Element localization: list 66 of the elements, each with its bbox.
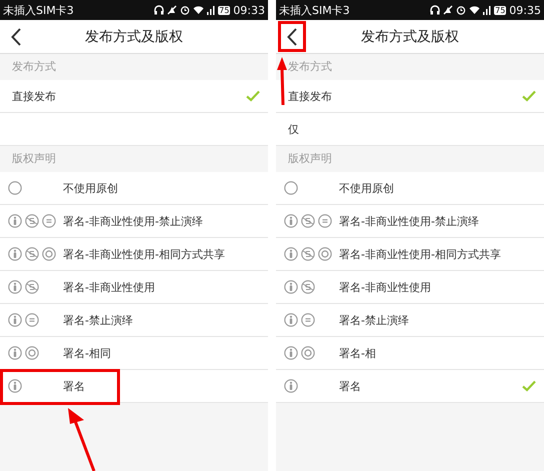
crossed-coin-icon <box>25 280 39 294</box>
page-title: 发布方式及版权 <box>84 28 184 46</box>
license-option[interactable]: 不使用原创 <box>276 172 544 205</box>
license-option[interactable]: 署名-非商业性使用-禁止演绎 <box>0 205 268 238</box>
ring-circle-icon <box>42 247 56 261</box>
license-option[interactable]: 署名-非商业性使用 <box>276 271 544 304</box>
crossed-coin-icon <box>301 214 315 228</box>
person-circle-icon <box>284 214 298 228</box>
checkmark-icon <box>246 90 260 102</box>
person-circle-icon <box>284 379 298 393</box>
signal-icon <box>207 5 216 15</box>
alarm-clock-icon <box>180 5 190 15</box>
crossed-coin-icon <box>25 214 39 228</box>
crossed-coin-icon <box>301 247 315 261</box>
person-circle-icon <box>284 346 298 360</box>
person-circle-icon <box>8 379 22 393</box>
checkmark-icon <box>522 90 536 102</box>
crossed-coin-icon <box>301 280 315 294</box>
crossed-coin-icon <box>25 247 39 261</box>
license-option[interactable]: 署名-禁止演绎 <box>0 304 268 337</box>
person-circle-icon <box>284 280 298 294</box>
equals-circle-icon <box>25 313 39 327</box>
equals-circle-icon <box>42 214 56 228</box>
pointer-arrow <box>277 56 287 106</box>
publish-option[interactable]: 直接发布 <box>0 80 268 113</box>
back-chevron-icon <box>287 28 297 46</box>
page-title: 发布方式及版权 <box>360 28 460 46</box>
license-option[interactable]: 署名-非商业性使用-相同方式共享 <box>0 238 268 271</box>
license-option[interactable]: 署名-非商业性使用 <box>0 271 268 304</box>
ring-circle-icon <box>25 346 39 360</box>
publish-option[interactable]: 直接发布 <box>276 80 544 113</box>
equals-circle-icon <box>318 214 332 228</box>
back-chevron-icon <box>11 28 21 46</box>
license-option[interactable]: 署名-禁止演绎 <box>276 304 544 337</box>
person-circle-icon <box>8 214 22 228</box>
battery-level: 75 <box>218 6 230 14</box>
back-button[interactable] <box>278 21 306 52</box>
person-circle-icon <box>8 280 22 294</box>
headphones-icon <box>430 5 440 15</box>
wifi-icon <box>469 5 480 15</box>
person-circle-icon <box>284 313 298 327</box>
option-text: 仅 <box>288 122 299 136</box>
battery-level: 75 <box>494 6 506 14</box>
person-circle-icon <box>8 313 22 327</box>
license-option[interactable]: 不使用原创 <box>0 172 268 205</box>
clock-time: 09:33 <box>233 4 265 16</box>
person-circle-icon <box>8 247 22 261</box>
license-option[interactable]: 署名-相 <box>276 337 544 370</box>
equals-circle-icon <box>301 313 315 327</box>
ring-circle-icon <box>301 346 315 360</box>
license-option[interactable]: 署名 <box>276 370 544 403</box>
person-circle-icon <box>8 346 22 360</box>
license-option[interactable]: 署名-非商业性使用-禁止演绎 <box>276 205 544 238</box>
headphones-icon <box>154 5 164 15</box>
empty-circle-icon <box>284 181 298 195</box>
empty-circle-icon <box>8 181 22 195</box>
license-option[interactable]: 署名-非商业性使用-相同方式共享 <box>276 238 544 271</box>
wifi-icon <box>193 5 204 15</box>
carrier-text: 未插入SIM卡3 <box>3 2 74 18</box>
carrier-text: 未插入SIM卡3 <box>279 2 350 18</box>
ring-circle-icon <box>318 247 332 261</box>
alarm-clock-icon <box>456 5 466 15</box>
clock-time: 09:35 <box>509 4 541 16</box>
person-circle-icon <box>284 247 298 261</box>
signal-icon <box>483 5 492 15</box>
license-option[interactable]: 署名-相同 <box>0 337 268 370</box>
